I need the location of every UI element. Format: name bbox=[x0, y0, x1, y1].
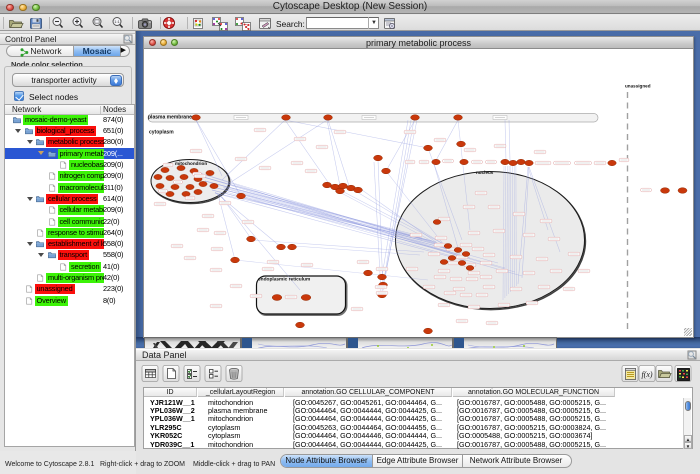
svg-text:cytoplasm: cytoplasm bbox=[149, 129, 174, 135]
svg-text:unassigned: unassigned bbox=[625, 83, 651, 88]
svg-text:1:1: 1:1 bbox=[114, 19, 120, 24]
svg-text:endoplasmic reticulum: endoplasmic reticulum bbox=[258, 276, 310, 282]
svg-text:nucleus: nucleus bbox=[476, 170, 494, 175]
svg-text:f(x): f(x) bbox=[641, 370, 652, 379]
svg-text:plasma membrane: plasma membrane bbox=[148, 114, 192, 120]
